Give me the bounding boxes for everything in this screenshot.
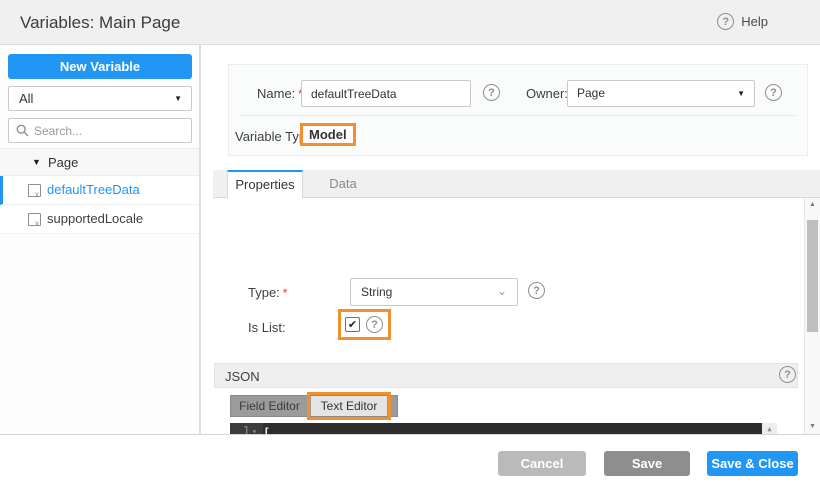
- variable-tree: ▼ Page x defaultTreeData x supportedLoca…: [0, 148, 199, 234]
- caret-down-icon: ▼: [174, 94, 182, 103]
- text-editor-button[interactable]: Text Editor: [311, 396, 387, 416]
- variable-filter-select[interactable]: All ▼: [8, 86, 192, 111]
- is-list-checkbox[interactable]: ✔: [345, 317, 360, 332]
- model-variable-icon: x: [28, 213, 41, 228]
- help-label[interactable]: Help: [741, 14, 768, 29]
- chevron-down-icon: ⌄: [496, 284, 507, 298]
- tree-group-page[interactable]: ▼ Page: [0, 148, 199, 176]
- help-link[interactable]: ? Help: [717, 13, 768, 30]
- name-help-icon[interactable]: ?: [483, 84, 500, 101]
- tab-properties[interactable]: Properties: [227, 170, 303, 198]
- properties-scrollbar[interactable]: ▲ ▼: [804, 198, 820, 434]
- name-input[interactable]: [301, 80, 471, 107]
- tree-item-label: supportedLocale: [47, 211, 144, 226]
- dialog-header: Variables: Main Page ? Help: [0, 0, 820, 45]
- scroll-up-icon[interactable]: ▲: [762, 425, 777, 433]
- field-editor-button[interactable]: Field Editor: [231, 396, 309, 416]
- tab-data[interactable]: Data: [313, 170, 373, 198]
- save-button[interactable]: Save: [604, 451, 690, 476]
- scroll-down-icon[interactable]: ▼: [805, 423, 820, 430]
- model-variable-icon: x: [28, 184, 41, 199]
- tree-group-label: Page: [48, 155, 79, 170]
- help-icon[interactable]: ?: [717, 13, 735, 30]
- filter-selected-value: All: [19, 91, 34, 106]
- variable-type-value-highlighted: Model: [300, 123, 356, 146]
- is-list-help-icon[interactable]: ?: [366, 316, 383, 333]
- tree-collapse-icon[interactable]: ▼: [32, 149, 41, 176]
- dialog-footer: Cancel Save Save & Close: [0, 434, 820, 490]
- required-asterisk: *: [282, 286, 288, 300]
- properties-tab-content: Type: * String ⌄ ? Is List: ✔ ? JSON ? Fi…: [213, 198, 820, 478]
- is-list-highlight-box: ✔ ?: [338, 309, 391, 340]
- owner-selected-value: Page: [577, 86, 606, 100]
- json-section-title: JSON: [225, 369, 260, 384]
- scroll-up-icon[interactable]: ▲: [805, 201, 820, 208]
- search-input[interactable]: [34, 123, 174, 138]
- variable-search[interactable]: [8, 118, 192, 143]
- json-help-icon[interactable]: ?: [779, 366, 796, 383]
- variables-dialog: Variables: Main Page ? Help New Variable…: [0, 0, 820, 490]
- variable-form-panel: Name:* ? Owner:* Page ▼ ? Variable Type:…: [228, 64, 808, 156]
- type-select[interactable]: String ⌄: [350, 278, 518, 306]
- tree-item-label: defaultTreeData: [47, 182, 140, 197]
- owner-select[interactable]: Page ▼: [567, 80, 755, 107]
- editor-mode-toggle: Field Editor Text Editor: [230, 395, 398, 417]
- caret-down-icon: ▼: [737, 89, 745, 98]
- new-variable-button[interactable]: New Variable: [8, 54, 192, 79]
- tree-item-supportedlocale[interactable]: x supportedLocale: [0, 205, 199, 234]
- owner-help-icon[interactable]: ?: [765, 84, 782, 101]
- properties-scrollbar-thumb[interactable]: [807, 220, 818, 332]
- form-divider: [241, 115, 795, 116]
- is-list-label: Is List:: [248, 320, 286, 335]
- type-help-icon[interactable]: ?: [528, 282, 545, 299]
- tree-item-defaulttreedata[interactable]: x defaultTreeData: [0, 176, 199, 205]
- type-selected-value: String: [361, 285, 393, 299]
- variable-detail-panel: Name:* ? Owner:* Page ▼ ? Variable Type:…: [213, 45, 820, 478]
- detail-tab-bar: Properties Data: [213, 170, 820, 198]
- type-label: Type: *: [248, 285, 288, 300]
- cancel-button[interactable]: Cancel: [498, 451, 586, 476]
- search-icon: [16, 124, 29, 137]
- name-label: Name:*: [257, 86, 303, 101]
- variables-sidebar: New Variable All ▼ ▼ Page x defaultTreeD…: [0, 45, 201, 434]
- page-title: Variables: Main Page: [20, 13, 181, 32]
- check-icon: ✔: [347, 319, 358, 331]
- json-section-header: JSON: [214, 363, 798, 388]
- save-and-close-button[interactable]: Save & Close: [707, 451, 798, 476]
